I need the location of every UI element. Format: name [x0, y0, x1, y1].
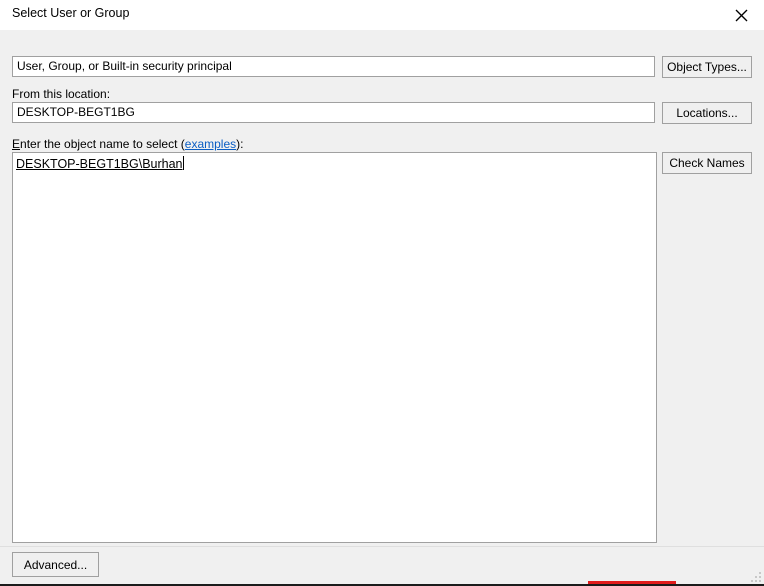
- location-label: From this location:: [12, 87, 111, 101]
- close-icon: [735, 9, 748, 22]
- select-user-or-group-dialog: Select User or Group Select this object …: [0, 0, 764, 586]
- advanced-button[interactable]: Advanced...: [12, 552, 99, 577]
- location-input[interactable]: DESKTOP-BEGT1BG: [12, 102, 655, 123]
- dialog-footer: [0, 547, 764, 584]
- title-bar: Select User or Group: [0, 0, 764, 30]
- object-name-label-suffix: ):: [236, 137, 244, 151]
- window-title: Select User or Group: [12, 6, 130, 20]
- check-names-button[interactable]: Check Names: [662, 152, 752, 174]
- object-type-input[interactable]: User, Group, or Built-in security princi…: [12, 56, 655, 77]
- object-name-label: Enter the object name to select (example…: [12, 137, 243, 151]
- text-caret: [182, 156, 184, 170]
- object-name-label-accelerator: E: [12, 137, 21, 151]
- object-types-button[interactable]: Object Types...: [662, 56, 752, 78]
- object-name-value: DESKTOP-BEGT1BG\Burhan: [16, 157, 183, 171]
- object-name-label-text: nter the object name to select (: [20, 137, 185, 151]
- dialog-body: Select this object type: User, Group, or…: [0, 30, 764, 584]
- object-name-input[interactable]: DESKTOP-BEGT1BG\Burhan: [12, 152, 657, 543]
- locations-button[interactable]: Locations...: [662, 102, 752, 124]
- examples-link[interactable]: examples: [185, 137, 236, 151]
- close-button[interactable]: [718, 0, 764, 30]
